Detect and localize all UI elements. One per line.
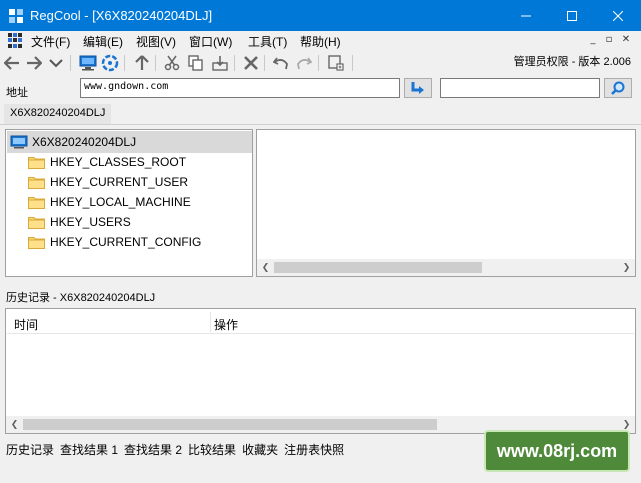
scroll-thumb[interactable] [23, 419, 437, 430]
search-icon [611, 81, 625, 95]
scroll-right-icon[interactable]: ❯ [618, 259, 635, 276]
tree-root-computer[interactable]: X6X820240204DLJ [7, 131, 252, 153]
tab-compare-results[interactable]: 比较结果 [188, 441, 236, 458]
folder-icon [28, 196, 45, 209]
mdi-close-icon[interactable]: ✕ [619, 34, 633, 45]
menu-file[interactable]: 文件(F) [31, 33, 70, 50]
address-label: 地址 [6, 86, 28, 99]
tree-item-label: HKEY_USERS [50, 215, 131, 229]
tab-search-results-1[interactable]: 查找结果 1 [60, 441, 118, 458]
tree-item-hkcu[interactable]: HKEY_CURRENT_USER [28, 172, 188, 192]
undo-button[interactable] [271, 53, 291, 73]
search-button[interactable] [604, 78, 632, 98]
menu-edit[interactable]: 编辑(E) [83, 33, 123, 50]
mdi-restore-icon[interactable]: ▫ [602, 34, 616, 45]
maximize-icon [567, 10, 577, 21]
tab-history[interactable]: 历史记录 [6, 441, 54, 458]
undo-icon [273, 57, 288, 70]
folder-icon [28, 216, 45, 229]
tab-computer[interactable]: X6X820240204DLJ [4, 104, 112, 124]
copy-button[interactable] [186, 53, 206, 73]
window-title: RegCool - [X6X820240204DLJ] [30, 8, 213, 23]
menu-view[interactable]: 视图(V) [136, 33, 176, 50]
toolbar: 管理员权限 - 版本 2.006 [0, 51, 641, 75]
up-level-button[interactable] [132, 53, 152, 73]
history-header: 时间 操作 [7, 310, 634, 334]
delete-icon [244, 56, 258, 70]
new-key-icon [328, 55, 344, 71]
redo-icon [297, 57, 312, 70]
back-button[interactable] [2, 53, 22, 73]
tree-item-hku[interactable]: HKEY_USERS [28, 212, 131, 232]
document-tabs: X6X820240204DLJ [0, 101, 641, 125]
menu-window[interactable]: 窗口(W) [189, 33, 232, 50]
tree-item-hklm[interactable]: HKEY_LOCAL_MACHINE [28, 192, 191, 212]
maximize-button[interactable] [549, 0, 595, 31]
export-icon [212, 56, 228, 71]
delete-button[interactable] [241, 53, 261, 73]
watermark: www.08rj.com [484, 430, 630, 472]
menu-help[interactable]: 帮助(H) [300, 33, 341, 50]
network-registry-icon [101, 54, 119, 72]
regcool-app-icon [9, 8, 23, 23]
minimize-icon [521, 15, 531, 16]
scroll-left-icon[interactable]: ❮ [257, 259, 274, 276]
history-panel-title: 历史记录 - X6X820240204DLJ [6, 292, 156, 304]
tree-item-label: HKEY_LOCAL_MACHINE [50, 195, 191, 209]
menu-tools[interactable]: 工具(T) [248, 33, 287, 50]
cut-button[interactable] [162, 53, 182, 73]
search-input[interactable] [440, 78, 600, 98]
export-button[interactable] [210, 53, 230, 73]
local-computer-button[interactable] [78, 53, 98, 73]
scroll-left-icon[interactable]: ❮ [6, 416, 23, 433]
new-key-button[interactable] [326, 53, 346, 73]
tree-item-label: HKEY_CLASSES_ROOT [50, 155, 187, 169]
column-header-time[interactable]: 时间 [14, 316, 38, 333]
remote-registry-button[interactable] [100, 53, 120, 73]
forward-arrow-icon [27, 56, 42, 70]
go-button[interactable] [404, 78, 432, 98]
folder-icon [28, 176, 45, 189]
close-button[interactable] [595, 0, 641, 31]
tree-item-hkcc[interactable]: HKEY_CURRENT_CONFIG [28, 232, 201, 252]
bottom-tabs: 历史记录 查找结果 1 查找结果 2 比较结果 收藏夹 注册表快照 [6, 441, 344, 458]
cut-icon [164, 55, 180, 71]
chevron-down-icon [49, 59, 63, 68]
redo-button[interactable] [294, 53, 314, 73]
tree-item-label: HKEY_CURRENT_USER [50, 175, 189, 189]
history-list[interactable]: 时间 操作 ❮ ❯ [5, 308, 636, 434]
folder-icon [28, 236, 45, 249]
values-horizontal-scrollbar[interactable]: ❮ ❯ [257, 259, 635, 276]
registry-tree: X6X820240204DLJ HKEY_CLASSES_ROOT HKEY_C… [5, 129, 253, 277]
admin-version-label: 管理员权限 - 版本 2.006 [513, 56, 631, 68]
tree-item-hkcr[interactable]: HKEY_CLASSES_ROOT [28, 152, 186, 172]
mdi-minimize-icon[interactable]: _ [586, 34, 600, 45]
close-icon [613, 10, 623, 21]
scroll-thumb[interactable] [274, 262, 482, 273]
back-arrow-icon [4, 56, 19, 70]
values-pane[interactable]: ❮ ❯ [256, 129, 636, 277]
copy-icon [188, 55, 203, 71]
address-bar: 地址 www.gndown.com [0, 76, 641, 100]
up-arrow-icon [135, 55, 149, 70]
history-dropdown-button[interactable] [46, 53, 66, 73]
title-bar: RegCool - [X6X820240204DLJ] [0, 0, 641, 31]
go-arrow-icon [411, 82, 424, 94]
computer-icon [79, 55, 97, 71]
tab-favorites[interactable]: 收藏夹 [242, 441, 278, 458]
tab-search-results-2[interactable]: 查找结果 2 [124, 441, 182, 458]
computer-icon [10, 135, 28, 149]
address-input[interactable]: www.gndown.com [80, 78, 400, 98]
tree-root-label: X6X820240204DLJ [32, 135, 137, 149]
forward-button[interactable] [24, 53, 44, 73]
column-header-action[interactable]: 操作 [214, 316, 238, 333]
menu-bar: 文件(F) 编辑(E) 视图(V) 窗口(W) 工具(T) 帮助(H) _ ▫ … [0, 31, 641, 51]
folder-icon [28, 156, 45, 169]
mdi-child-icon[interactable] [8, 33, 23, 48]
tab-registry-snapshot[interactable]: 注册表快照 [284, 441, 344, 458]
tree-item-label: HKEY_CURRENT_CONFIG [50, 235, 202, 249]
minimize-button[interactable] [503, 0, 549, 31]
